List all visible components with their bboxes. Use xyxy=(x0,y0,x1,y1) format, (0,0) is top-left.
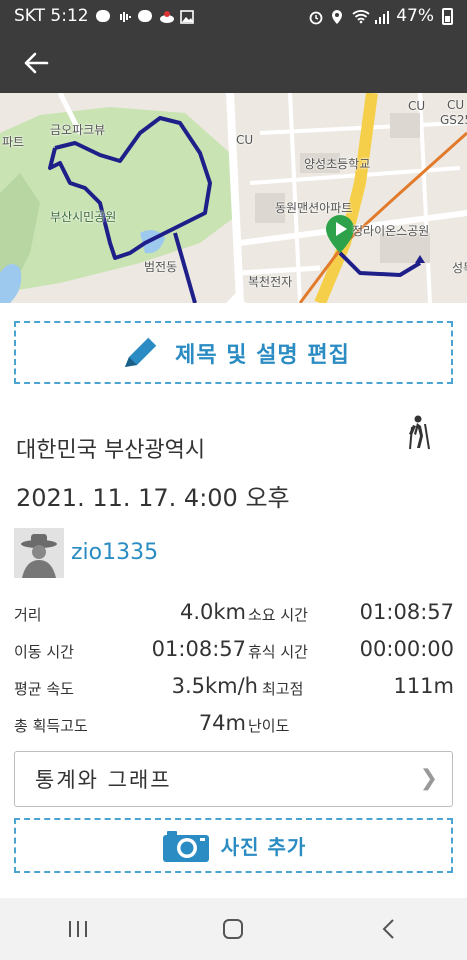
recents-button[interactable] xyxy=(48,904,108,954)
stats-row-3: 평균 속도 3.5km/h 최고점 111m xyxy=(14,670,454,707)
chat-bubble-icon xyxy=(95,10,110,22)
username-link[interactable]: zio1335 xyxy=(71,540,158,565)
wifi-icon xyxy=(352,9,370,24)
pencil-icon xyxy=(125,335,158,367)
camera-icon xyxy=(162,830,209,862)
stats-row-4: 총 획득고도 74m 난이도 xyxy=(14,707,454,744)
gallery-icon xyxy=(179,9,194,24)
location-icon xyxy=(330,9,344,24)
map-label-gs25: GS25 xyxy=(440,113,467,127)
status-bar: SKT 5:12 47% xyxy=(0,0,467,32)
max-elevation-value: 111m xyxy=(393,674,454,698)
back-arrow-icon xyxy=(24,52,49,74)
map-label-beomjeon: 범전동 xyxy=(144,260,178,274)
app-toolbar xyxy=(0,32,467,93)
add-photo-button[interactable]: 사진 추가 xyxy=(14,818,453,873)
home-icon xyxy=(223,919,244,939)
audio-wave-icon xyxy=(117,9,131,23)
battery-percent: 47% xyxy=(396,6,434,26)
map-label-cu-1: CU xyxy=(236,133,254,147)
chevron-right-icon: ❯ xyxy=(419,766,438,791)
map-label-elec: 복천전자 xyxy=(248,275,293,289)
total-gain-value: 74m xyxy=(198,711,246,735)
avg-speed-value: 3.5km/h xyxy=(171,674,258,698)
map-label-lions: 정라이온스공원 xyxy=(352,224,430,238)
map-label-golf: 금오파크뷰 xyxy=(50,123,106,137)
stats-row-2: 이동 시간 01:08:57 휴식 시간 00:00:00 xyxy=(14,633,454,670)
battery-icon xyxy=(442,7,453,25)
moving-time-label: 이동 시간 xyxy=(14,643,74,661)
message-icon xyxy=(137,10,152,22)
map-label-cu-2: CU xyxy=(408,99,426,113)
recents-icon xyxy=(68,921,87,937)
hiker-icon xyxy=(405,414,435,450)
home-button[interactable] xyxy=(203,904,263,954)
rest-time-label: 휴식 시간 xyxy=(248,643,308,661)
duration-label: 소요 시간 xyxy=(248,606,308,624)
stats-row-1: 거리 4.0km 소요 시간 01:08:57 xyxy=(14,596,454,633)
avg-speed-label: 평균 속도 xyxy=(14,680,74,698)
signal-icon xyxy=(374,9,390,24)
app-notification-icon xyxy=(159,9,174,23)
avatar[interactable] xyxy=(14,528,64,578)
alarm-icon xyxy=(308,9,323,25)
map-label-apt-2: 동원맨션아파트 xyxy=(275,201,353,215)
rest-time-value: 00:00:00 xyxy=(359,637,454,661)
stats-table: 거리 4.0km 소요 시간 01:08:57 이동 시간 01:08:57 휴… xyxy=(14,596,454,744)
stats-graph-label: 통계와 그래프 xyxy=(35,768,172,792)
back-nav-button[interactable] xyxy=(359,904,419,954)
location-text: 대한민국 부산광역시 xyxy=(16,438,206,463)
map-label-cu-3: CU xyxy=(447,98,465,112)
add-photo-label: 사진 추가 xyxy=(220,835,307,859)
back-button[interactable] xyxy=(18,46,54,80)
start-marker xyxy=(326,215,354,253)
map-label-apt: 파트 xyxy=(2,135,25,149)
back-nav-icon xyxy=(382,919,394,939)
system-nav-bar xyxy=(0,898,467,960)
max-elevation-label: 최고점 xyxy=(262,680,304,698)
total-gain-label: 총 획득고도 xyxy=(14,717,88,735)
distance-label: 거리 xyxy=(14,606,42,624)
map-label-school: 양성초등학교 xyxy=(304,157,371,171)
edit-title-label: 제목 및 설명 편집 xyxy=(175,342,350,368)
map-label-seong: 성독 xyxy=(452,261,467,275)
edit-title-button[interactable]: 제목 및 설명 편집 xyxy=(14,321,453,384)
map-label-park: 부산시민공원 xyxy=(50,210,117,224)
route-map[interactable]: 파트 금오파크뷰 부산시민공원 범전동 CU CU CU GS25 양성초등학교… xyxy=(0,93,467,303)
track-datetime: 2021. 11. 17. 4:00 오후 xyxy=(16,484,290,512)
stats-graph-button[interactable]: 통계와 그래프 ❯ xyxy=(14,751,453,807)
difficulty-label: 난이도 xyxy=(248,717,290,735)
duration-value: 01:08:57 xyxy=(359,600,454,624)
status-time: SKT 5:12 xyxy=(14,6,89,26)
moving-time-value: 01:08:57 xyxy=(151,637,246,661)
distance-value: 4.0km xyxy=(179,600,246,624)
